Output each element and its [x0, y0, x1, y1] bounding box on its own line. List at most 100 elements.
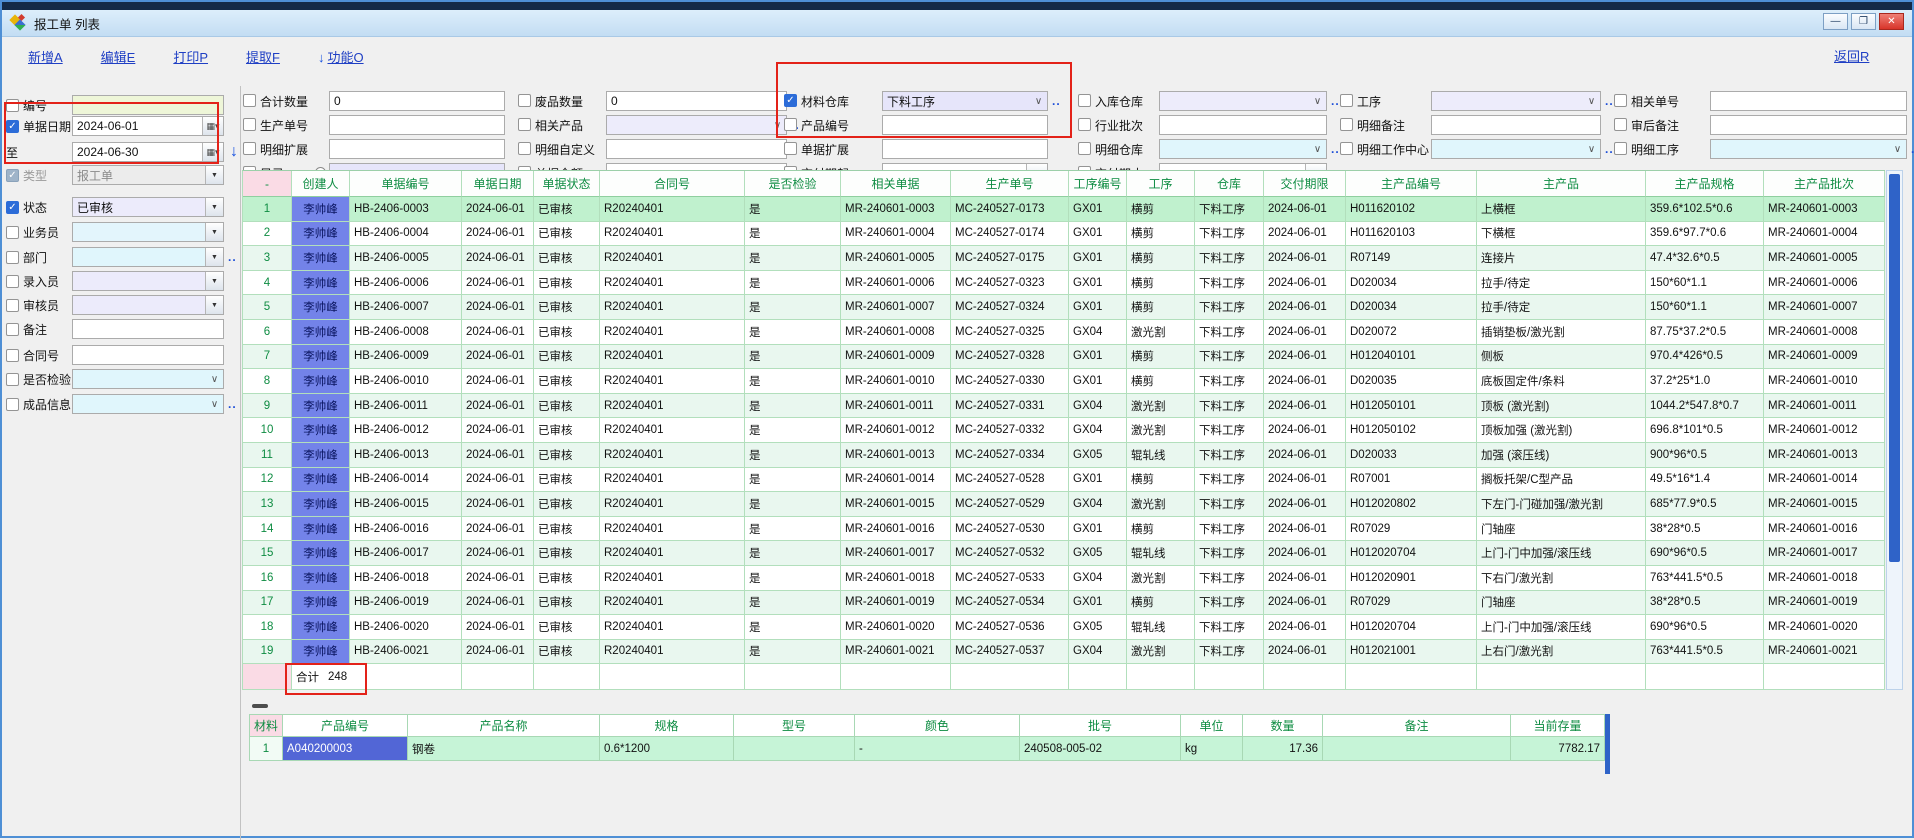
checkbox[interactable] [6, 398, 19, 411]
cell[interactable]: 18 [243, 615, 292, 640]
cell[interactable]: GX05 [1069, 615, 1127, 640]
cell[interactable]: HB-2406-0014 [350, 468, 462, 493]
table-row[interactable]: 1李帅峰HB-2406-00032024-06-01已审核R20240401是M… [243, 197, 1885, 222]
cell[interactable]: HB-2406-0007 [350, 295, 462, 320]
cell[interactable]: R20240401 [600, 591, 745, 616]
cell[interactable]: 2024-06-01 [462, 271, 534, 296]
combo-box[interactable]: ▼ [72, 271, 224, 291]
cell[interactable]: MR-240601-0009 [1764, 345, 1885, 370]
table-row[interactable]: 9李帅峰HB-2406-00112024-06-01已审核R20240401是M… [243, 394, 1885, 419]
cell[interactable]: R20240401 [600, 615, 745, 640]
dropdown-arrow-icon[interactable]: ∨ [1889, 140, 1906, 158]
detail-column-header-数量[interactable]: 数量 [1243, 715, 1323, 737]
dropdown-arrow-icon[interactable]: ∨ [1583, 92, 1600, 110]
more-button[interactable]: .. [1605, 91, 1614, 111]
cell[interactable]: R20240401 [600, 443, 745, 468]
cell[interactable]: H012020802 [1346, 492, 1477, 517]
cell[interactable]: 下料工序 [1195, 517, 1264, 542]
cell[interactable]: 横剪 [1127, 517, 1195, 542]
cell[interactable]: 2024-06-01 [1264, 566, 1346, 591]
combo-box[interactable]: ∨ [72, 394, 224, 414]
cell[interactable]: 激光割 [1127, 418, 1195, 443]
cell[interactable]: 搁板托架/C型产品 [1477, 468, 1646, 493]
cell[interactable]: 李帅峰 [292, 492, 350, 517]
combo-box[interactable]: 下料工序∨ [882, 91, 1048, 111]
cell[interactable]: 2024-06-01 [462, 591, 534, 616]
text-input[interactable] [1159, 115, 1327, 135]
cell[interactable]: GX01 [1069, 468, 1127, 493]
cell[interactable]: 李帅峰 [292, 394, 350, 419]
cell[interactable]: 是 [745, 615, 841, 640]
checkbox[interactable] [243, 94, 256, 107]
table-row[interactable]: 4李帅峰HB-2406-00062024-06-01已审核R20240401是M… [243, 271, 1885, 296]
cell[interactable]: 2024-06-01 [462, 640, 534, 665]
close-button[interactable]: ✕ [1879, 13, 1904, 30]
checkbox[interactable] [1614, 142, 1627, 155]
cell[interactable]: 下料工序 [1195, 468, 1264, 493]
checkbox[interactable] [243, 142, 256, 155]
cell[interactable]: H012050101 [1346, 394, 1477, 419]
cell[interactable]: H012020704 [1346, 615, 1477, 640]
table-row[interactable]: 12李帅峰HB-2406-00142024-06-01已审核R20240401是… [243, 468, 1885, 493]
table-row[interactable]: 17李帅峰HB-2406-00192024-06-01已审核R20240401是… [243, 591, 1885, 616]
table-row[interactable]: 18李帅峰HB-2406-00202024-06-01已审核R20240401是… [243, 615, 1885, 640]
cell[interactable]: HB-2406-0009 [350, 345, 462, 370]
cell[interactable]: 是 [745, 345, 841, 370]
cell[interactable]: 2024-06-01 [1264, 591, 1346, 616]
cell[interactable]: 2024-06-01 [462, 246, 534, 271]
scrollbar-thumb[interactable] [1889, 174, 1900, 562]
cell[interactable]: 下料工序 [1195, 443, 1264, 468]
checkbox[interactable] [784, 142, 797, 155]
cell[interactable]: 已审核 [534, 591, 600, 616]
dropdown-arrow-icon[interactable]: ▼ [205, 296, 223, 314]
cell[interactable]: 763*441.5*0.5 [1646, 640, 1764, 665]
detail-scrollbar[interactable] [1605, 714, 1610, 774]
cell[interactable]: H012020704 [1346, 541, 1477, 566]
cell[interactable]: MR-240601-0012 [1764, 418, 1885, 443]
cell[interactable]: 是 [745, 271, 841, 296]
detail-cell[interactable]: 240508-005-02 [1020, 737, 1181, 761]
cell[interactable]: 15 [243, 541, 292, 566]
text-input[interactable]: 0 [329, 91, 505, 111]
table-row[interactable]: 11李帅峰HB-2406-00132024-06-01已审核R20240401是… [243, 443, 1885, 468]
cell[interactable]: MR-240601-0007 [1764, 295, 1885, 320]
cell[interactable]: 是 [745, 468, 841, 493]
checkbox[interactable] [6, 349, 19, 362]
checkbox[interactable]: ✓ [6, 169, 19, 182]
cell[interactable]: H011620102 [1346, 197, 1477, 222]
detail-cell[interactable]: 0.6*1200 [600, 737, 734, 761]
checkbox[interactable] [518, 94, 531, 107]
cell[interactable]: 下料工序 [1195, 295, 1264, 320]
detail-cell[interactable]: 1 [250, 737, 283, 761]
cell[interactable]: 激光割 [1127, 492, 1195, 517]
detail-cell[interactable]: 7782.17 [1511, 737, 1605, 761]
combo-box[interactable]: ▼ [72, 222, 224, 242]
cell[interactable]: GX04 [1069, 418, 1127, 443]
more-button[interactable]: .. [1052, 91, 1061, 111]
cell[interactable]: HB-2406-0003 [350, 197, 462, 222]
detail-column-header-规格[interactable]: 规格 [600, 715, 734, 737]
cell[interactable]: H012020901 [1346, 566, 1477, 591]
cell[interactable]: 685*77.9*0.5 [1646, 492, 1764, 517]
column-header-交付期限[interactable]: 交付期限 [1264, 171, 1346, 197]
column-header-工序[interactable]: 工序 [1127, 171, 1195, 197]
combo-box[interactable]: ▼ [72, 247, 224, 267]
cell[interactable]: R20240401 [600, 271, 745, 296]
cell[interactable]: 已审核 [534, 271, 600, 296]
checkbox[interactable]: ✓ [784, 94, 797, 107]
cell[interactable]: 辊轧线 [1127, 615, 1195, 640]
cell[interactable]: 上门-门中加强/滚压线 [1477, 541, 1646, 566]
cell[interactable]: 下料工序 [1195, 345, 1264, 370]
cell[interactable]: MC-240527-0173 [951, 197, 1069, 222]
menu-item-2[interactable]: 编辑E [101, 47, 136, 66]
cell[interactable]: 李帅峰 [292, 345, 350, 370]
cell[interactable]: 插销垫板/激光割 [1477, 320, 1646, 345]
cell[interactable]: HB-2406-0008 [350, 320, 462, 345]
cell[interactable]: 150*60*1.1 [1646, 295, 1764, 320]
cell[interactable]: 2024-06-01 [1264, 369, 1346, 394]
checkbox[interactable] [1614, 94, 1627, 107]
detail-cell[interactable]: 钢卷 [408, 737, 600, 761]
cell[interactable]: 横剪 [1127, 197, 1195, 222]
detail-column-header-型号[interactable]: 型号 [734, 715, 855, 737]
combo-box[interactable]: ∨ [606, 115, 787, 135]
